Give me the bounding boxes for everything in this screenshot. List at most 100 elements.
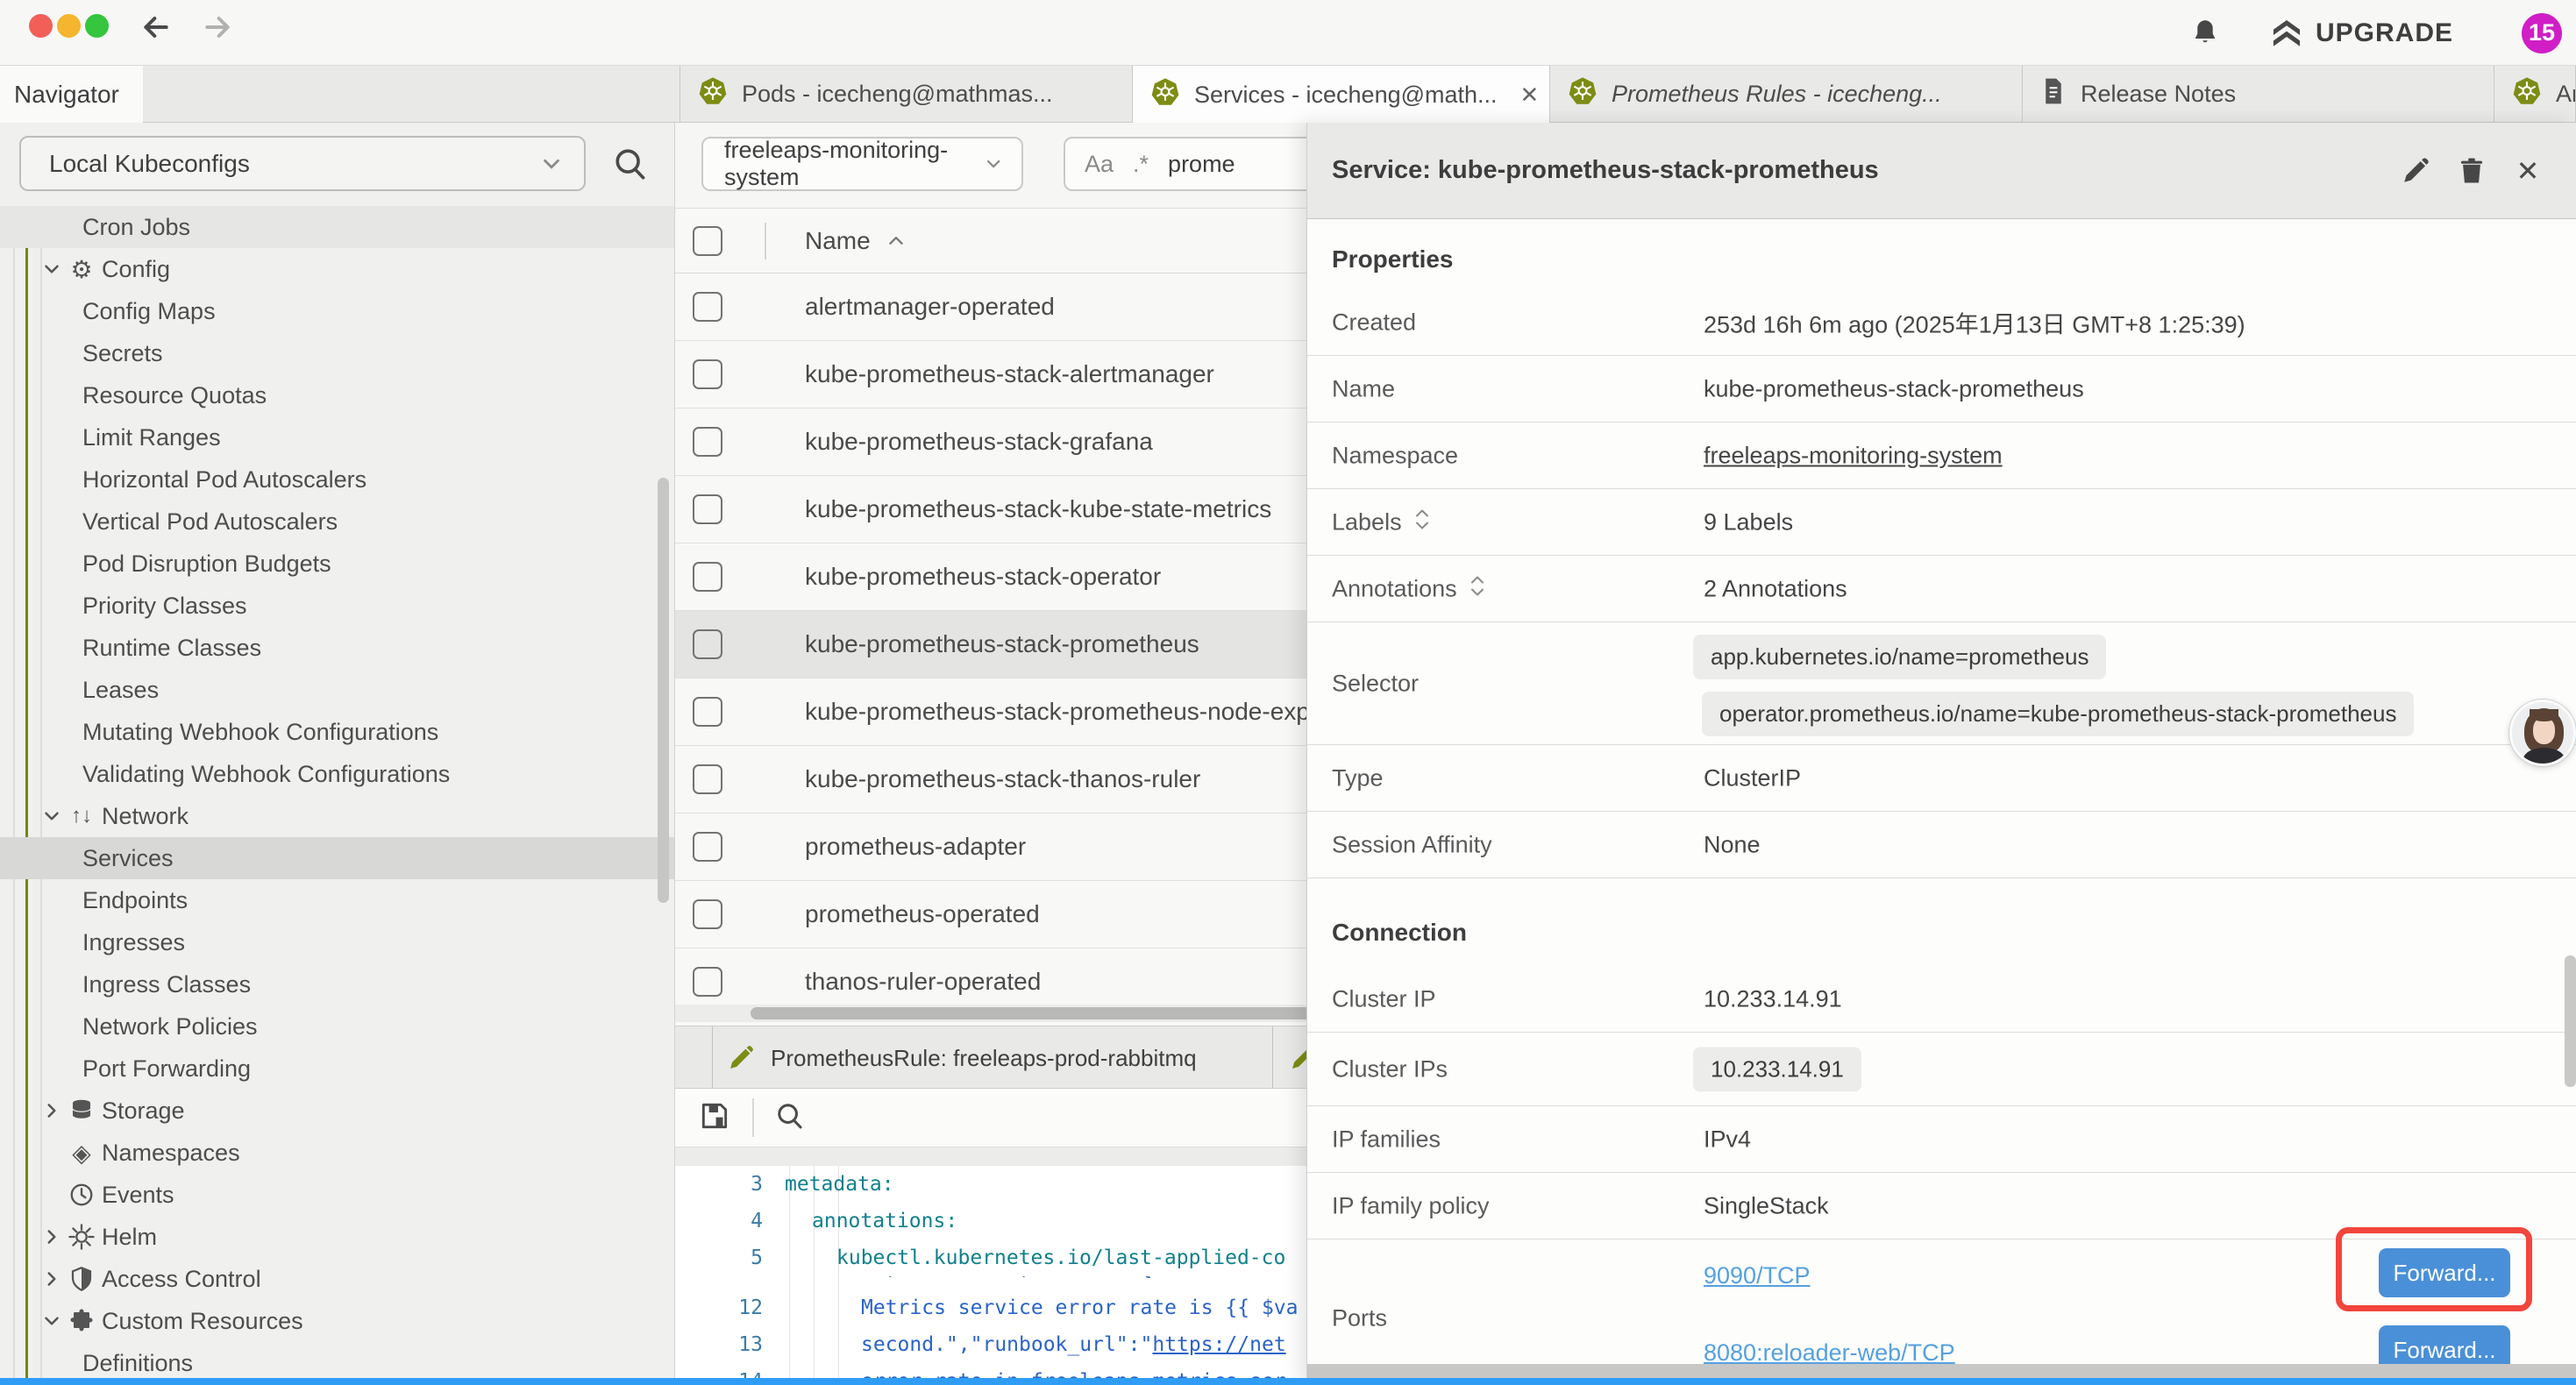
detail-value: 253d 16h 6m ago (2025年1月13日 GMT+8 1:25:3… — [1704, 305, 2245, 339]
back-arrow-icon[interactable] — [139, 10, 174, 45]
editor-tab-prometheusrule[interactable]: PrometheusRule: freeleaps-prod-rabbitmq — [712, 1026, 1273, 1090]
chevron-right-icon[interactable] — [39, 1266, 65, 1292]
notifications-bell-icon[interactable] — [2189, 18, 2221, 49]
sidebar-item-storage[interactable]: Storage — [0, 1090, 675, 1132]
code-link[interactable]: https://net — [1152, 1333, 1285, 1356]
row-checkbox[interactable] — [693, 832, 722, 862]
sidebar-item-priority-classes[interactable]: Priority Classes — [0, 585, 675, 627]
table-row[interactable]: kube-prometheus-stack-prometheus-node-ex… — [675, 678, 1359, 746]
match-case-toggle[interactable]: Aa — [1085, 151, 1114, 178]
row-checkbox[interactable] — [693, 899, 722, 929]
sidebar-item-vertical-pod-autoscalers[interactable]: Vertical Pod Autoscalers — [0, 501, 675, 543]
row-checkbox[interactable] — [693, 764, 722, 794]
sidebar-item-horizontal-pod-autoscalers[interactable]: Horizontal Pod Autoscalers — [0, 458, 675, 501]
tab-pods-icecheng-mathmas[interactable]: Pods - icecheng@mathmas... — [680, 66, 1133, 123]
drawer-scrollbar-thumb[interactable] — [2565, 955, 2576, 1087]
sidebar-item-port-forwarding[interactable]: Port Forwarding — [0, 1048, 675, 1090]
save-button[interactable] — [698, 1099, 731, 1137]
sidebar-search-icon[interactable] — [610, 144, 651, 184]
select-all-checkbox[interactable] — [693, 226, 722, 256]
scrollbar-thumb[interactable] — [751, 1007, 1359, 1019]
sidebar-item-services[interactable]: Services — [0, 837, 675, 879]
chevron-right-icon[interactable] — [39, 1097, 65, 1124]
chevron-down-icon[interactable] — [39, 1308, 65, 1334]
port-link[interactable]: 9090/TCP — [1704, 1262, 1811, 1289]
user-avatar[interactable] — [2509, 700, 2576, 766]
sidebar-item-ingress-classes[interactable]: Ingress Classes — [0, 963, 675, 1005]
namespace-filter-dropdown[interactable]: freeleaps-monitoring-system — [701, 137, 1023, 191]
table-row[interactable]: kube-prometheus-stack-grafana — [675, 408, 1359, 476]
detail-row-name: Namekube-prometheus-stack-prometheus — [1307, 356, 2576, 423]
chevron-right-icon[interactable] — [39, 1224, 65, 1250]
line-number: 13 — [675, 1333, 763, 1356]
tab-prometheus-rules-icecheng[interactable]: Prometheus Rules - icecheng... — [1550, 66, 2023, 123]
table-row[interactable]: kube-prometheus-stack-operator — [675, 543, 1359, 611]
namespace-link[interactable]: freeleaps-monitoring-system — [1704, 442, 2003, 469]
name-column-header[interactable]: Name — [805, 227, 907, 255]
table-row[interactable]: kube-prometheus-stack-kube-state-metrics — [675, 476, 1359, 543]
table-row[interactable]: prometheus-adapter — [675, 813, 1359, 881]
sidebar-item-events[interactable]: Events — [0, 1174, 675, 1216]
sidebar-item-limit-ranges[interactable]: Limit Ranges — [0, 416, 675, 458]
row-checkbox[interactable] — [693, 697, 722, 727]
table-row[interactable]: kube-prometheus-stack-alertmanager — [675, 341, 1359, 408]
tab-argo-se[interactable]: Argo Se — [2494, 66, 2576, 123]
sidebar-item-custom-resources[interactable]: Custom Resources — [0, 1300, 675, 1342]
sidebar-item-leases[interactable]: Leases — [0, 669, 675, 711]
sidebar-item-access-control[interactable]: Access Control — [0, 1258, 675, 1300]
sidebar-scrollbar[interactable] — [658, 478, 669, 903]
sidebar-item-config-maps[interactable]: Config Maps — [0, 290, 675, 332]
table-row[interactable]: prometheus-operated — [675, 881, 1359, 948]
minimize-window-button[interactable] — [57, 14, 81, 38]
tab-release-notes[interactable]: Release Notes — [2023, 66, 2494, 123]
row-checkbox[interactable] — [693, 629, 722, 659]
sidebar-item-resource-quotas[interactable]: Resource Quotas — [0, 374, 675, 416]
sidebar-item-config[interactable]: ⚙Config — [0, 248, 675, 290]
drawer-horizontal-scrollbar[interactable] — [1307, 1364, 2576, 1378]
close-icon[interactable]: ✕ — [2512, 155, 2544, 187]
table-row[interactable]: kube-prometheus-stack-prometheus — [675, 611, 1359, 678]
kubeconfig-selector[interactable]: Local Kubeconfigs — [19, 136, 586, 191]
sidebar-item-runtime-classes[interactable]: Runtime Classes — [0, 627, 675, 669]
detail-label: IP family policy — [1332, 1192, 1490, 1219]
row-checkbox[interactable] — [693, 359, 722, 389]
maximize-window-button[interactable] — [85, 14, 109, 38]
sidebar-item-secrets[interactable]: Secrets — [0, 332, 675, 374]
edit-pencil-icon[interactable] — [2400, 155, 2431, 187]
delete-trash-icon[interactable] — [2456, 155, 2487, 187]
table-row[interactable]: alertmanager-operated — [675, 273, 1359, 341]
sidebar-item-pod-disruption-budgets[interactable]: Pod Disruption Budgets — [0, 543, 675, 585]
sidebar-item-mutating-webhook-configurations[interactable]: Mutating Webhook Configurations — [0, 711, 675, 753]
notification-count-badge[interactable]: 15 — [2522, 13, 2562, 53]
sort-updown-icon[interactable] — [1413, 507, 1432, 537]
sidebar-item-label: Horizontal Pod Autoscalers — [0, 466, 366, 494]
port-link[interactable]: 8080:reloader-web/TCP — [1704, 1339, 1955, 1367]
row-checkbox[interactable] — [693, 494, 722, 524]
editor-search-button[interactable] — [773, 1099, 807, 1137]
regex-toggle[interactable]: .* — [1133, 151, 1149, 178]
forward-arrow-icon[interactable] — [200, 10, 235, 45]
forward-button-highlighted[interactable]: Forward... — [2379, 1248, 2510, 1297]
sidebar-item-validating-webhook-configurations[interactable]: Validating Webhook Configurations — [0, 753, 675, 795]
close-tab-icon[interactable]: ✕ — [1520, 82, 1540, 109]
upgrade-button[interactable]: UPGRADE — [2270, 17, 2453, 50]
tab-services-icecheng-math[interactable]: Services - icecheng@math...✕ — [1133, 66, 1550, 124]
row-checkbox[interactable] — [693, 292, 722, 322]
sidebar-item-namespaces[interactable]: ◈Namespaces — [0, 1132, 675, 1174]
sidebar-item-cron-jobs[interactable]: Cron Jobs — [0, 206, 675, 248]
sort-updown-icon[interactable] — [1468, 573, 1487, 604]
chevron-down-icon[interactable] — [39, 803, 65, 829]
sidebar-item-ingresses[interactable]: Ingresses — [0, 921, 675, 963]
row-checkbox[interactable] — [693, 967, 722, 997]
chevron-down-icon[interactable] — [39, 256, 65, 282]
row-checkbox[interactable] — [693, 427, 722, 457]
table-row[interactable]: kube-prometheus-stack-thanos-ruler — [675, 746, 1359, 813]
sidebar-item-helm[interactable]: Helm — [0, 1216, 675, 1258]
sidebar-item-endpoints[interactable]: Endpoints — [0, 879, 675, 921]
close-window-button[interactable] — [29, 14, 53, 38]
row-checkbox[interactable] — [693, 562, 722, 592]
sidebar-item-network-policies[interactable]: Network Policies — [0, 1005, 675, 1048]
yaml-editor[interactable]: 3metadata:4annotations:5kubectl.kubernet… — [675, 1166, 1359, 1385]
navigator-panel-tab[interactable]: Navigator — [0, 66, 143, 123]
sidebar-item-network[interactable]: ↑↓Network — [0, 795, 675, 837]
